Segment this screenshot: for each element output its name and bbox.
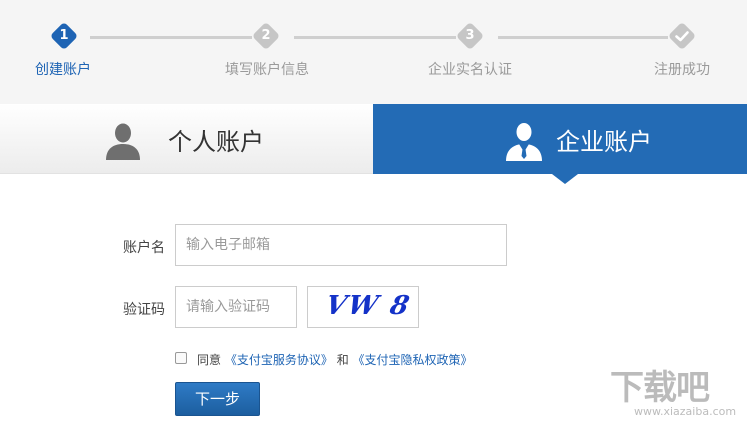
step-connector	[498, 36, 668, 39]
selected-tab-pointer	[552, 174, 578, 184]
captcha-image[interactable]: VW 8	[307, 286, 419, 328]
privacy-policy-link[interactable]: 《支付宝隐私权政策》	[353, 353, 473, 367]
step-2-marker: 2	[252, 22, 280, 50]
tab-enterprise-label: 企业账户	[556, 128, 652, 156]
tab-personal-account[interactable]: 个人账户	[0, 104, 373, 174]
captcha-input[interactable]	[175, 286, 297, 328]
captcha-label: 验证码	[123, 302, 165, 318]
tab-personal-label: 个人账户	[168, 128, 264, 156]
agree-checkbox[interactable]	[175, 352, 187, 364]
step-2-label: 填写账户信息	[225, 62, 309, 78]
step-1-marker: 1	[50, 22, 78, 50]
step-3-label: 企业实名认证	[428, 62, 512, 78]
service-agreement-link[interactable]: 《支付宝服务协议》	[225, 353, 333, 367]
progress-stepper: 1 2 3 创建账户 填写账户信息 企业实名认证 注册成功	[0, 0, 747, 104]
step-1-label: 创建账户	[35, 62, 91, 78]
business-user-icon	[504, 121, 544, 161]
step-4-label: 注册成功	[654, 62, 710, 78]
check-icon	[668, 22, 696, 50]
watermark-url: www.xiazaiba.com	[634, 405, 737, 418]
step-3-marker: 3	[456, 22, 484, 50]
next-step-button[interactable]: 下一步	[175, 382, 260, 416]
agreement-prefix: 同意	[197, 353, 222, 367]
step-connector	[90, 36, 252, 39]
tab-enterprise-account[interactable]: 企业账户	[373, 104, 747, 174]
site-watermark: 下载吧 www.xiazaiba.com	[606, 360, 746, 422]
account-name-input[interactable]	[175, 224, 507, 266]
step-4-marker	[668, 22, 696, 50]
step-connector	[294, 36, 456, 39]
account-type-tabs: 个人账户 企业账户	[0, 104, 747, 174]
agreement-conjunction: 和	[336, 353, 349, 367]
account-name-label: 账户名	[123, 240, 165, 256]
user-icon	[103, 121, 143, 161]
agreement-text: 同意 《支付宝服务协议》 和 《支付宝隐私权政策》	[197, 351, 473, 368]
watermark-title: 下载吧	[610, 368, 710, 408]
captcha-image-text: VW 8	[322, 291, 414, 321]
